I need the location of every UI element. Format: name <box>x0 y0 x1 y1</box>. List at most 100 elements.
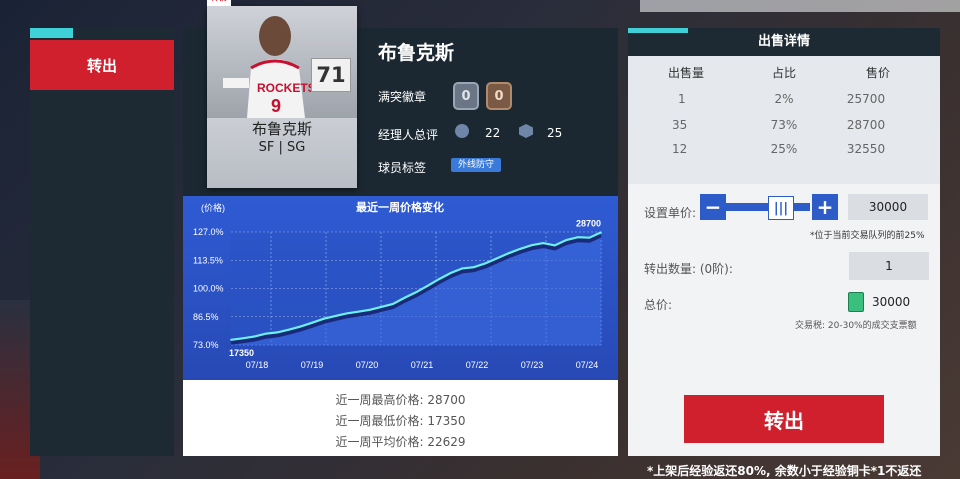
data-point <box>380 306 383 308</box>
stat-high: 近一周最高价格: 28700 <box>335 393 466 407</box>
sidebar: 转出 <box>30 28 174 456</box>
overall-rating: 71 <box>311 58 351 92</box>
card-positions: SF | SG <box>258 140 306 155</box>
detail-label: 详情 <box>211 0 227 2</box>
data-point <box>600 231 602 234</box>
x-tick-label: 07/19 <box>301 360 324 370</box>
badge-bronze-count[interactable]: 0 <box>486 82 512 110</box>
x-tick-label: 07/20 <box>356 360 379 370</box>
data-point <box>276 331 279 334</box>
data-point <box>311 321 313 324</box>
data-point <box>299 325 302 328</box>
x-tick-label: 07/23 <box>521 360 544 370</box>
data-point <box>461 267 464 270</box>
x-tick-label: 07/24 <box>576 360 599 370</box>
data-point <box>345 312 348 315</box>
manager-score-a: 22 <box>485 126 501 140</box>
unit-price-input[interactable]: 30000 <box>848 194 928 220</box>
player-card[interactable]: 详情 ROCKETS 9 71 布鲁克斯 SF | SG <box>207 0 357 188</box>
manager-score-b: 25 <box>547 126 563 140</box>
person-icon <box>455 124 469 138</box>
y-axis-label: (价格) <box>201 202 225 213</box>
data-point <box>576 236 579 239</box>
quantity-label: 转出数量: (0阶): <box>644 262 733 276</box>
data-point <box>415 291 417 294</box>
check-card-icon <box>848 292 864 312</box>
data-point <box>357 310 360 313</box>
decrease-button[interactable]: − <box>700 194 726 220</box>
player-panel: 详情 ROCKETS 9 71 布鲁克斯 SF | SG 布鲁克斯 满突徽章 0… <box>183 0 618 456</box>
table-header: 出售量 <box>667 66 704 80</box>
price-chart-svg: 最近一周价格变化 (价格) 127.0% 113.5% 100.0% 86.5% 73.0%… <box>193 200 602 370</box>
price-slider-handle[interactable]: ||| <box>768 196 794 220</box>
data-point <box>426 284 429 287</box>
footnote: *上架后经验返还80%, 余数小于经验铜卡*1不返还 <box>647 464 922 478</box>
data-point <box>507 252 510 255</box>
sale-table: 出售量 占比 售价 1 2% 25700 35 73% 28700 12 25%… <box>628 56 940 184</box>
data-point <box>484 262 487 265</box>
y-tick-label: 100.0% <box>193 284 224 294</box>
badge-silver-count[interactable]: 0 <box>453 82 479 110</box>
cell-price: 25700 <box>846 92 886 106</box>
cell-price: 28700 <box>846 118 886 132</box>
data-point <box>403 297 406 299</box>
sell-button[interactable]: 转出 <box>684 395 884 443</box>
data-point <box>449 272 452 274</box>
data-point <box>287 328 290 331</box>
data-point <box>334 315 336 318</box>
price-stats: 近一周最高价格: 28700 近一周最低价格: 17350 近一周平均价格: 2… <box>183 380 618 456</box>
end-value-label: 28700 <box>576 218 601 228</box>
y-tick-label: 73.0% <box>193 340 219 350</box>
badges-label: 满突徽章 <box>378 90 427 104</box>
table-header: 占比 <box>771 66 796 80</box>
data-point <box>472 266 475 269</box>
price-chart: 最近一周价格变化 (价格) 127.0% 113.5% 100.0% 86.5% 73.0%… <box>183 196 618 380</box>
player-tag: 外线防守 <box>451 158 501 172</box>
data-point <box>368 308 371 311</box>
data-point <box>241 337 244 340</box>
sidebar-stripe <box>30 28 174 38</box>
card-player-name: 布鲁克斯 <box>251 120 312 138</box>
data-point <box>496 257 498 260</box>
cell-price: 32550 <box>846 142 886 156</box>
player-name: 布鲁克斯 <box>378 42 455 64</box>
queue-note: *位于当前交易队列的前25% <box>810 231 925 241</box>
chart-title: 最近一周价格变化 <box>356 200 444 214</box>
data-point <box>565 239 568 241</box>
jersey-number: 9 <box>271 96 281 116</box>
data-point <box>553 244 556 247</box>
y-tick-label: 86.5% <box>193 312 219 322</box>
manager-score-label: 经理人总评 <box>378 128 439 142</box>
tab-transfer-out[interactable]: 转出 <box>30 40 174 90</box>
stat-avg: 近一周平均价格: 22629 <box>335 435 466 449</box>
data-point <box>230 338 232 341</box>
quantity-input[interactable]: 1 <box>849 252 929 280</box>
data-point <box>530 244 533 247</box>
data-point <box>253 335 256 338</box>
start-value-label: 17350 <box>229 348 254 358</box>
y-tick-label: 127.0% <box>193 227 224 237</box>
total-label: 总价: <box>644 298 673 312</box>
data-point <box>438 278 441 280</box>
header-stripe <box>628 28 688 33</box>
data-point <box>391 303 394 305</box>
x-tick-label: 07/21 <box>411 360 434 370</box>
tags-label: 球员标签 <box>378 161 427 175</box>
background-decoration <box>640 0 960 12</box>
stat-low: 近一周最低价格: 17350 <box>335 414 466 428</box>
tax-note: 交易税: 20-30%的成交支票额 <box>795 321 917 331</box>
sale-panel: 出售详情 出售量 占比 售价 1 2% 25700 35 73% 28700 1… <box>628 28 940 456</box>
data-point <box>519 248 521 250</box>
jersey-team-text: ROCKETS <box>257 81 316 95</box>
data-point <box>264 332 267 335</box>
shield-icon <box>519 124 533 138</box>
data-point <box>588 236 591 239</box>
total-value: 30000 <box>872 295 911 309</box>
increase-button[interactable]: + <box>812 194 838 220</box>
x-tick-label: 07/22 <box>466 360 489 370</box>
x-tick-label: 07/18 <box>246 360 269 370</box>
y-tick-label: 113.5% <box>193 255 223 265</box>
table-header: 售价 <box>865 66 890 80</box>
data-point <box>322 317 325 320</box>
unit-price-label: 设置单价: <box>644 206 697 220</box>
